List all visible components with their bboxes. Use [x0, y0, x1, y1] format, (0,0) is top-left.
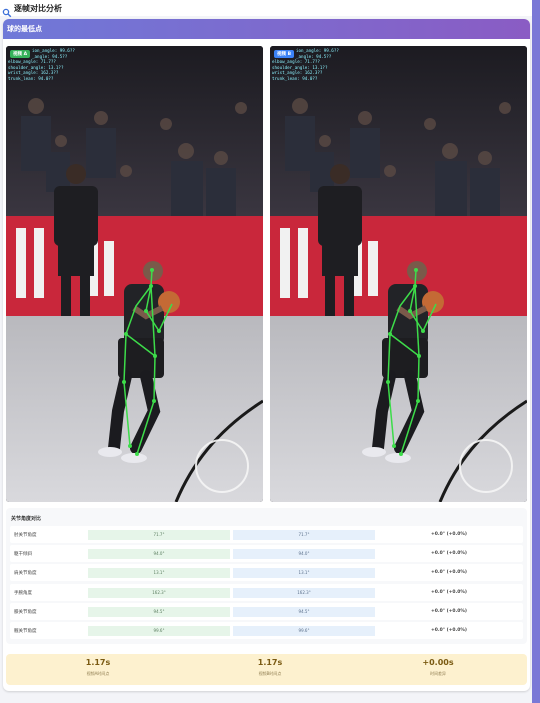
top-bar: 逐帧对比分析 — [0, 0, 532, 18]
overlay-line: trunk_lean: 94.0?? — [272, 75, 318, 81]
summary-item: 1.17s 视频A时间点 — [23, 658, 173, 677]
summary-value: 1.17s — [257, 658, 283, 667]
table-row: 躯干倾斜 94.0° 94.0° +0.0° (+0.0%) — [10, 545, 523, 562]
value-b: 162.3° — [233, 587, 375, 598]
video-a-frame[interactable]: ion_angle: 99.6?? _angle: 94.5?? elbow_ang… — [6, 46, 263, 502]
value-a: 94.5° — [88, 606, 230, 617]
frame-comparison-card: 球的最低点 ion_angle: 99.6?? _angle: 94.5?? e… — [3, 19, 530, 691]
value-b: 99.6° — [233, 625, 375, 636]
row-label: 躯干倾斜 — [14, 551, 32, 557]
summary-value: +0.00s — [422, 658, 454, 667]
video-b-badge: 视频 B — [274, 50, 294, 58]
row-label: 膝关节角度 — [14, 609, 37, 615]
value-b: 94.0° — [233, 548, 375, 559]
row-label: 肩关节角度 — [14, 570, 37, 576]
video-a-image — [6, 46, 263, 502]
value-a: 13.1° — [88, 567, 230, 578]
table-row: 肘关节角度 71.7° 71.7° +0.0° (+0.0%) — [10, 526, 523, 543]
section-header: 球的最低点 — [3, 19, 530, 39]
value-a: 99.6° — [88, 625, 230, 636]
video-b-image — [270, 46, 527, 502]
value-a: 71.7° — [88, 529, 230, 540]
row-label: 髋关节角度 — [14, 628, 37, 634]
table-row: 手腕角度 162.3° 162.3° +0.0° (+0.0%) — [10, 584, 523, 601]
summary-label: 视频B时间点 — [258, 671, 282, 676]
value-b: 94.5° — [233, 606, 375, 617]
page: 逐帧对比分析 球的最低点 ion_angle: 99.6?? _angle: 9… — [0, 0, 532, 703]
row-label: 肘关节角度 — [14, 532, 37, 538]
diff-value: +0.0° (+0.0%) — [431, 590, 467, 595]
summary-item: 1.17s 视频B时间点 — [195, 658, 345, 677]
row-label: 手腕角度 — [14, 590, 32, 596]
table-row: 髋关节角度 99.6° 99.6° +0.0° (+0.0%) — [10, 622, 523, 639]
summary-label: 时间差异 — [430, 671, 446, 676]
summary-value: 1.17s — [85, 658, 111, 667]
summary-label: 视频A时间点 — [86, 671, 110, 676]
search-icon — [2, 3, 12, 18]
app-title: 逐帧对比分析 — [14, 3, 62, 13]
diff-value: +0.0° (+0.0%) — [431, 551, 467, 556]
time-summary: 1.17s 视频A时间点 1.17s 视频B时间点 +0.00s 时间差异 — [6, 654, 527, 685]
diff-value: +0.0° (+0.0%) — [431, 532, 467, 537]
value-b: 71.7° — [233, 529, 375, 540]
summary-item: +0.00s 时间差异 — [363, 658, 513, 677]
table-row: 膝关节角度 94.5° 94.5° +0.0° (+0.0%) — [10, 603, 523, 620]
diff-value: +0.0° (+0.0%) — [431, 628, 467, 633]
section-title: 球的最低点 — [7, 25, 42, 33]
value-a: 94.0° — [88, 548, 230, 559]
table-title: 关节角度对比 — [11, 516, 42, 522]
frames-container: ion_angle: 99.6?? _angle: 94.5?? elbow_ang… — [6, 46, 527, 502]
angle-comparison-table: 关节角度对比 肘关节角度 71.7° 71.7° +0.0° (+0.0%) 躯… — [6, 508, 527, 644]
value-b: 13.1° — [233, 567, 375, 578]
video-b-frame[interactable]: ion_angle: 99.6?? _angle: 94.5?? elbow_ang… — [270, 46, 527, 502]
video-a-badge: 视频 A — [10, 50, 31, 58]
diff-value: +0.0° (+0.0%) — [431, 609, 467, 614]
overlay-line: trunk_lean: 94.0?? — [8, 75, 54, 81]
diff-value: +0.0° (+0.0%) — [431, 570, 467, 575]
value-a: 162.3° — [88, 587, 230, 598]
table-row: 肩关节角度 13.1° 13.1° +0.0° (+0.0%) — [10, 564, 523, 581]
